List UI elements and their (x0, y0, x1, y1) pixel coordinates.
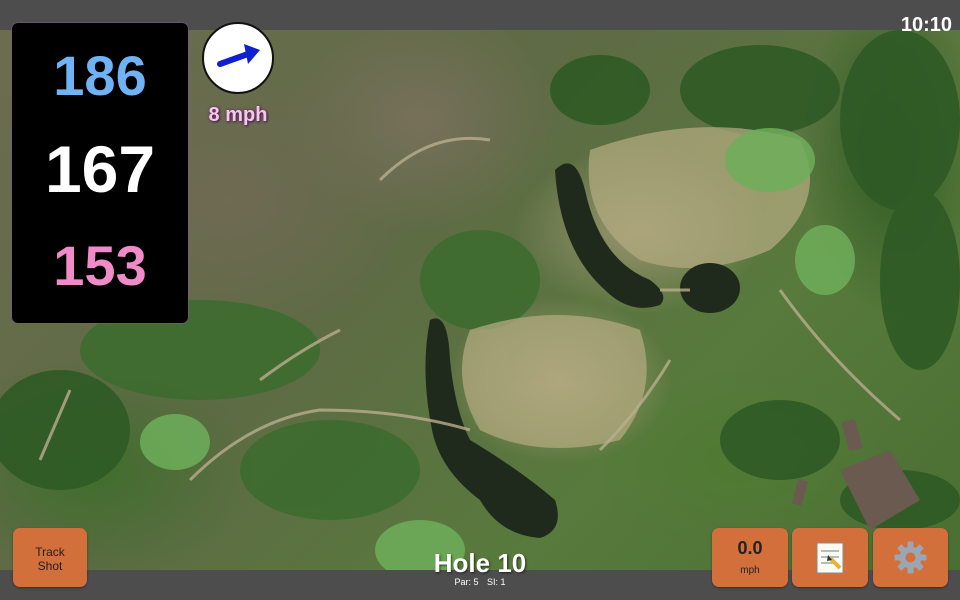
hole-info: Par: 5 SI: 1 (380, 577, 580, 587)
wind-speed: 8 mph (208, 104, 268, 126)
wind-indicator (202, 22, 274, 94)
middle-distance: 167 (44, 132, 156, 206)
back-distance: 186 (53, 44, 147, 107)
clock: 10:10 (900, 14, 952, 36)
si-label: SI: 1 (487, 577, 506, 587)
wind-arrow-icon (217, 44, 260, 67)
notes-button[interactable] (792, 528, 868, 587)
gear-icon (894, 541, 927, 574)
speed-value: 0.0 (737, 538, 763, 558)
notepad-icon (816, 542, 844, 574)
par-label: Par: 5 (454, 577, 479, 587)
track-shot-label-line2: Shot (37, 559, 63, 573)
track-shot-label-line1: Track (35, 545, 65, 559)
track-shot-label: Track Shot (13, 545, 87, 573)
distance-panel: 186 167 153 (12, 23, 188, 323)
track-shot-button[interactable]: Track Shot (13, 528, 87, 587)
speed-button[interactable]: 0.0 mph (712, 528, 788, 587)
settings-button[interactable] (873, 528, 948, 587)
hole-title: Hole 10 (433, 548, 527, 578)
front-distance: 153 (53, 234, 147, 297)
speed-unit: mph (740, 565, 760, 576)
